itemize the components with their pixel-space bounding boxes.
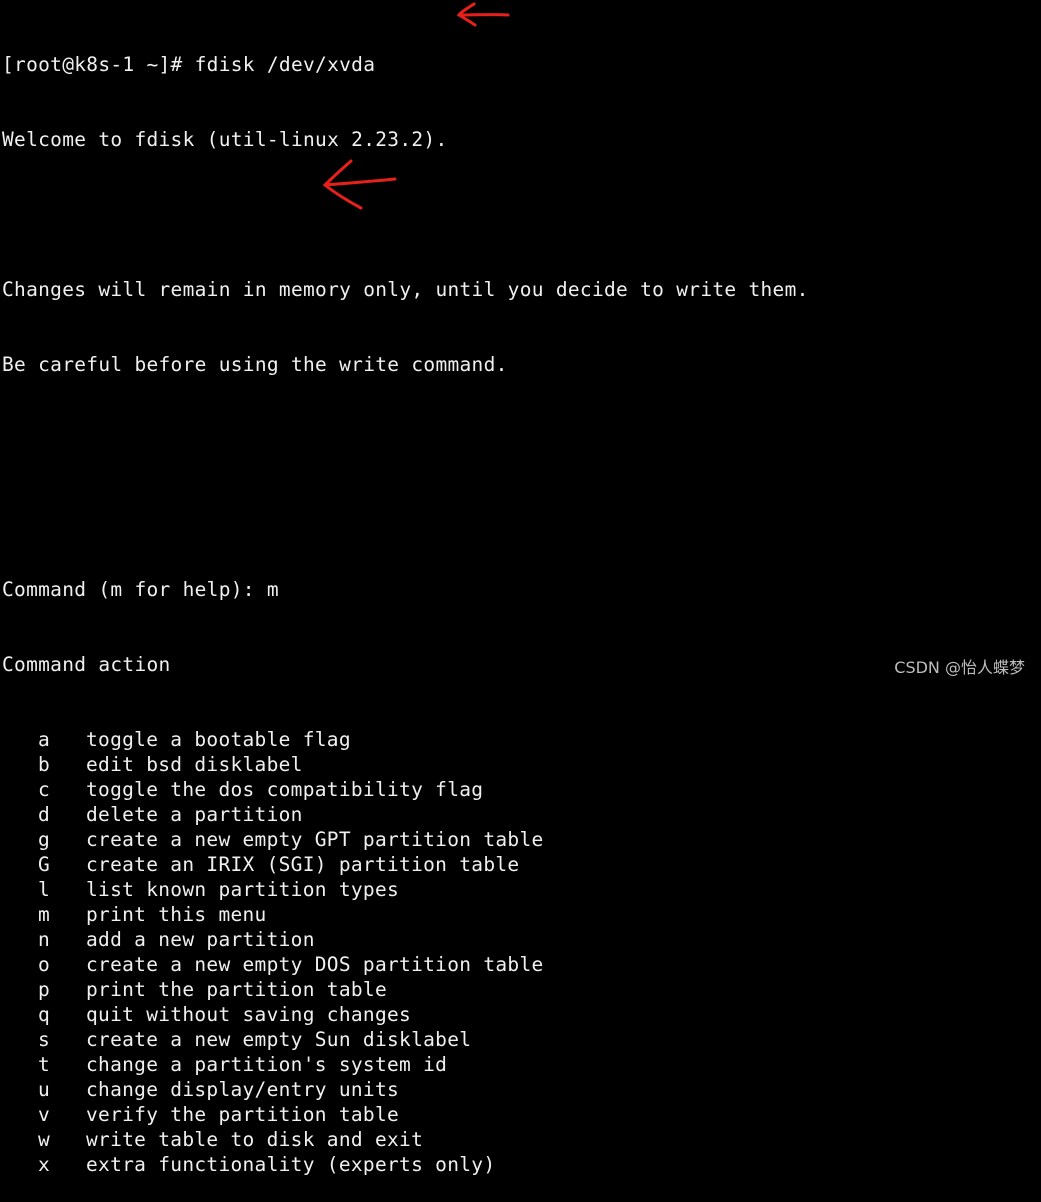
menu-item-key: m bbox=[38, 903, 51, 926]
menu-item: c toggle the dos compatibility flag bbox=[2, 777, 809, 802]
menu-item-description: change a partition's system id bbox=[86, 1053, 448, 1076]
menu-item-description: create a new empty DOS partition table bbox=[86, 953, 544, 976]
menu-item-description: list known partition types bbox=[86, 878, 400, 901]
menu-item: q quit without saving changes bbox=[2, 1002, 809, 1027]
menu-item: v verify the partition table bbox=[2, 1102, 809, 1127]
menu-item-description: edit bsd disklabel bbox=[86, 753, 303, 776]
menu-item-description: create a new empty GPT partition table bbox=[86, 828, 544, 851]
menu-item-key: n bbox=[38, 928, 51, 951]
menu-item-key: p bbox=[38, 978, 51, 1001]
menu-item-key: o bbox=[38, 953, 51, 976]
menu-item-key: G bbox=[38, 853, 51, 876]
menu-item-description: print this menu bbox=[86, 903, 267, 926]
menu-item-key: x bbox=[38, 1153, 51, 1176]
menu-item-description: extra functionality (experts only) bbox=[86, 1153, 496, 1176]
menu-item-description: toggle a bootable flag bbox=[86, 728, 351, 751]
shell-prompt-line: [root@k8s-1 ~]# fdisk /dev/xvda bbox=[2, 53, 376, 76]
menu-item-key: g bbox=[38, 828, 51, 851]
menu-item: g create a new empty GPT partition table bbox=[2, 827, 809, 852]
menu-item-description: quit without saving changes bbox=[86, 1003, 412, 1026]
menu-item: m print this menu bbox=[2, 902, 809, 927]
menu-item-key: b bbox=[38, 753, 51, 776]
menu-item-description: change display/entry units bbox=[86, 1078, 400, 1101]
menu-item-key: a bbox=[38, 728, 51, 751]
menu-item-description: toggle the dos compatibility flag bbox=[86, 778, 484, 801]
changes-notice-line: Changes will remain in memory only, unti… bbox=[2, 278, 809, 301]
arrow-path bbox=[322, 159, 397, 210]
menu-item-description: verify the partition table bbox=[86, 1103, 400, 1126]
command-action-heading: Command action bbox=[2, 653, 171, 676]
menu-item-description: delete a partition bbox=[86, 803, 303, 826]
menu-item: w write table to disk and exit bbox=[2, 1127, 809, 1152]
menu-item: a toggle a bootable flag bbox=[2, 727, 809, 752]
menu-item: u change display/entry units bbox=[2, 1077, 809, 1102]
menu-item-key: l bbox=[38, 878, 51, 901]
menu-item-description: write table to disk and exit bbox=[86, 1128, 424, 1151]
menu-item: t change a partition's system id bbox=[2, 1052, 809, 1077]
careful-notice-line: Be careful before using the write comman… bbox=[2, 353, 508, 376]
menu-item-description: add a new partition bbox=[86, 928, 315, 951]
menu-item: Gcreate an IRIX (SGI) partition table bbox=[2, 852, 809, 877]
menu-item: o create a new empty DOS partition table bbox=[2, 952, 809, 977]
menu-item: d delete a partition bbox=[2, 802, 809, 827]
menu-item-key: c bbox=[38, 778, 51, 801]
menu-item-key: s bbox=[38, 1028, 51, 1051]
menu-item-key: t bbox=[38, 1053, 51, 1076]
menu-item: b edit bsd disklabel bbox=[2, 752, 809, 777]
csdn-watermark: CSDN @怡人蝶梦 bbox=[894, 658, 1025, 677]
welcome-line: Welcome to fdisk (util-linux 2.23.2). bbox=[2, 128, 448, 151]
menu-item: n add a new partition bbox=[2, 927, 809, 952]
menu-item: s create a new empty Sun disklabel bbox=[2, 1027, 809, 1052]
arrow-annotation-icon bbox=[456, 2, 510, 27]
menu-item-key: v bbox=[38, 1103, 51, 1126]
menu-item: p print the partition table bbox=[2, 977, 809, 1002]
arrow-annotation-icon bbox=[322, 159, 397, 210]
menu-item-key: d bbox=[38, 803, 51, 826]
menu-item-description: print the partition table bbox=[86, 978, 387, 1001]
menu-item-key: q bbox=[38, 1003, 51, 1026]
menu-item-description: create an IRIX (SGI) partition table bbox=[86, 853, 520, 876]
menu-item-key: w bbox=[38, 1128, 51, 1151]
command-menu: a toggle a bootable flag b edit bsd disklab… bbox=[2, 727, 809, 1177]
menu-item-description: create a new empty Sun disklabel bbox=[86, 1028, 472, 1051]
arrow-path bbox=[456, 2, 510, 27]
command-prompt-line: Command (m for help): m bbox=[2, 578, 279, 601]
menu-item-key: u bbox=[38, 1078, 51, 1101]
terminal-output: [root@k8s-1 ~]# fdisk /dev/xvda Welcome … bbox=[2, 2, 809, 1202]
menu-item: l list known partition types bbox=[2, 877, 809, 902]
menu-item: x extra functionality (experts only) bbox=[2, 1152, 809, 1177]
